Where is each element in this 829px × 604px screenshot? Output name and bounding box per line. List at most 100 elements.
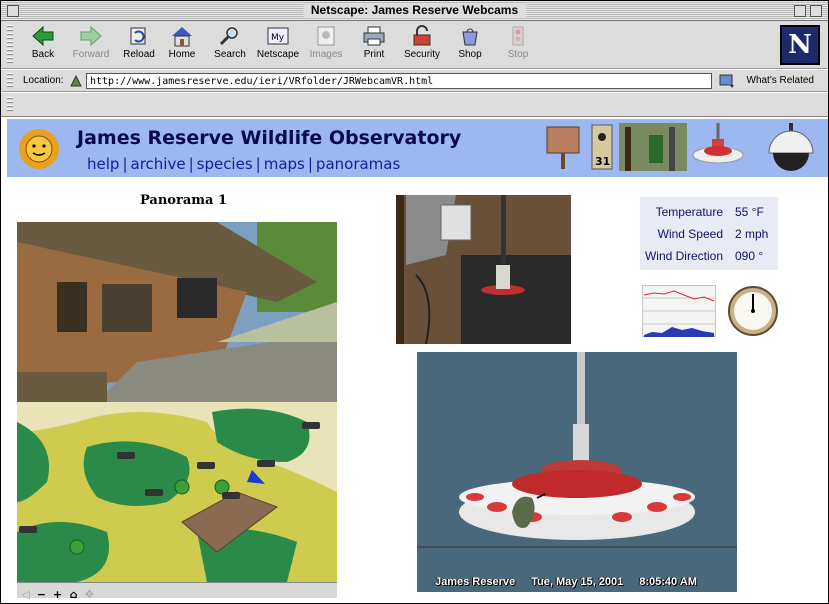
sign-thumbnail[interactable] [543, 123, 583, 171]
map-pan-left-button[interactable]: ◁ [19, 589, 32, 601]
page-proxy-icon[interactable] [69, 74, 83, 88]
images-icon [317, 26, 335, 46]
weather-wind-speed: Wind Speed 2 mph [640, 223, 778, 245]
toolbar-collapse-grip[interactable] [7, 25, 13, 65]
printer-icon [363, 26, 385, 46]
print-label: Print [363, 49, 385, 60]
stop-label: Stop [507, 49, 529, 60]
weather-label: Wind Speed [657, 227, 723, 241]
title-bar[interactable]: Netscape: James Reserve Webcams [1, 1, 828, 21]
zoom-box[interactable] [794, 5, 806, 17]
location-toolbar: Location: What's Related [1, 70, 828, 92]
images-label: Images [309, 49, 343, 60]
url-field[interactable] [86, 73, 712, 89]
weather-value: 090 ° [735, 249, 764, 263]
nav-archive[interactable]: archive [131, 155, 186, 173]
feeder-thumbnail[interactable] [691, 123, 745, 173]
netscape-logo[interactable]: N [780, 25, 820, 65]
shop-label: Shop [458, 49, 482, 60]
personal-toolbar [1, 93, 828, 117]
netscape-label: Netscape [256, 49, 300, 60]
map-drag-button[interactable]: ✥ [83, 589, 96, 601]
zoom-in-button[interactable]: + [51, 589, 64, 601]
feeder-camera-2-image[interactable]: James Reserve Tue, May 15, 2001 8:05:40 AM [417, 352, 737, 592]
lock-icon [413, 25, 431, 46]
weather-value: 2 mph [735, 227, 769, 241]
shop-icon [462, 28, 478, 46]
nav-help[interactable]: help [87, 155, 119, 173]
dome-camera-thumbnail[interactable] [765, 123, 817, 173]
site-banner: James Reserve Wildlife Observatory help |… [7, 119, 828, 177]
stop-icon [512, 26, 524, 46]
nav-species[interactable]: species [197, 155, 253, 173]
panorama-image[interactable] [17, 222, 337, 402]
weather-graph-thumbnail[interactable] [642, 285, 716, 337]
caption-location: James Reserve [435, 576, 516, 588]
caption-date: Tue, May 15, 2001 [531, 576, 624, 588]
nav-separator: | [122, 155, 128, 173]
nav-separator: | [307, 155, 313, 173]
close-box[interactable] [7, 5, 19, 17]
home-label: Home [168, 49, 196, 60]
site-nav: help | archive | species | maps | panoramas [87, 155, 400, 173]
location-collapse-grip[interactable] [7, 73, 13, 89]
window-title: Netscape: James Reserve Webcams [302, 3, 527, 17]
feeder-camera-1-image[interactable] [396, 195, 571, 344]
search-label: Search [214, 49, 246, 60]
netscape-icon: My [267, 27, 289, 45]
location-label: Location: [23, 75, 64, 86]
personal-collapse-grip[interactable] [7, 97, 13, 113]
page-content: James Reserve Wildlife Observatory help |… [7, 119, 828, 603]
home-icon [172, 27, 192, 47]
birdhouse-number: 31 [595, 155, 610, 168]
reload-label: Reload [123, 49, 155, 60]
forward-button[interactable]: Forward [67, 25, 115, 67]
weather-wind-direction: Wind Direction 090 ° [640, 245, 778, 267]
shop-button[interactable]: Shop [446, 25, 494, 67]
nav-panoramas[interactable]: panoramas [316, 155, 400, 173]
map-controls: ◁ − + ⌂ ✥ [17, 582, 337, 601]
svg-text:My: My [271, 33, 285, 43]
panorama-title: Panorama 1 [140, 193, 227, 208]
weather-panel: Temperature 55 °F Wind Speed 2 mph Wind Di… [640, 197, 778, 270]
weather-label: Temperature [655, 205, 723, 219]
browser-window: Netscape: James Reserve Webcams Back For… [0, 0, 829, 604]
whats-related-icon[interactable] [719, 73, 735, 89]
birdhouse-thumbnail[interactable]: 31 [589, 123, 615, 171]
forward-label: Forward [72, 49, 110, 60]
caption-time: 8:05:40 AM [639, 576, 697, 588]
security-label: Security [403, 49, 441, 60]
back-label: Back [31, 49, 55, 60]
back-button[interactable]: Back [19, 25, 67, 67]
stop-button[interactable]: Stop [494, 25, 542, 67]
map-home-button[interactable]: ⌂ [67, 589, 80, 601]
camera-post-thumbnail[interactable] [619, 123, 687, 171]
back-arrow-icon [32, 25, 54, 47]
print-button[interactable]: Print [350, 25, 398, 67]
reload-icon [130, 27, 146, 45]
search-button[interactable]: Search [206, 25, 254, 67]
camera-caption: James Reserve Tue, May 15, 2001 8:05:40 AM [435, 576, 713, 588]
security-button[interactable]: Security [398, 25, 446, 67]
wind-gauge-icon[interactable] [727, 285, 779, 337]
nav-maps[interactable]: maps [264, 155, 305, 173]
panorama-map[interactable] [17, 402, 337, 582]
site-title: James Reserve Wildlife Observatory [77, 127, 462, 149]
images-button[interactable]: Images [302, 25, 350, 67]
forward-arrow-icon [80, 25, 102, 47]
nav-separator: | [255, 155, 261, 173]
sun-logo-icon [19, 129, 59, 169]
hummingbird-feeder-photo [417, 352, 737, 592]
home-button[interactable]: Home [158, 25, 206, 67]
collapse-box[interactable] [810, 5, 822, 17]
navigation-toolbar: Back Forward Reload Home Search My Netsc… [1, 21, 828, 69]
weather-value: 55 °F [735, 205, 764, 219]
weather-temperature: Temperature 55 °F [640, 201, 778, 223]
search-icon [219, 27, 238, 46]
nav-separator: | [188, 155, 194, 173]
weather-label: Wind Direction [644, 249, 723, 263]
zoom-out-button[interactable]: − [35, 589, 48, 601]
netscape-button[interactable]: My Netscape [254, 25, 302, 67]
reload-button[interactable]: Reload [115, 25, 163, 67]
whats-related-button[interactable]: What's Related [747, 75, 815, 86]
